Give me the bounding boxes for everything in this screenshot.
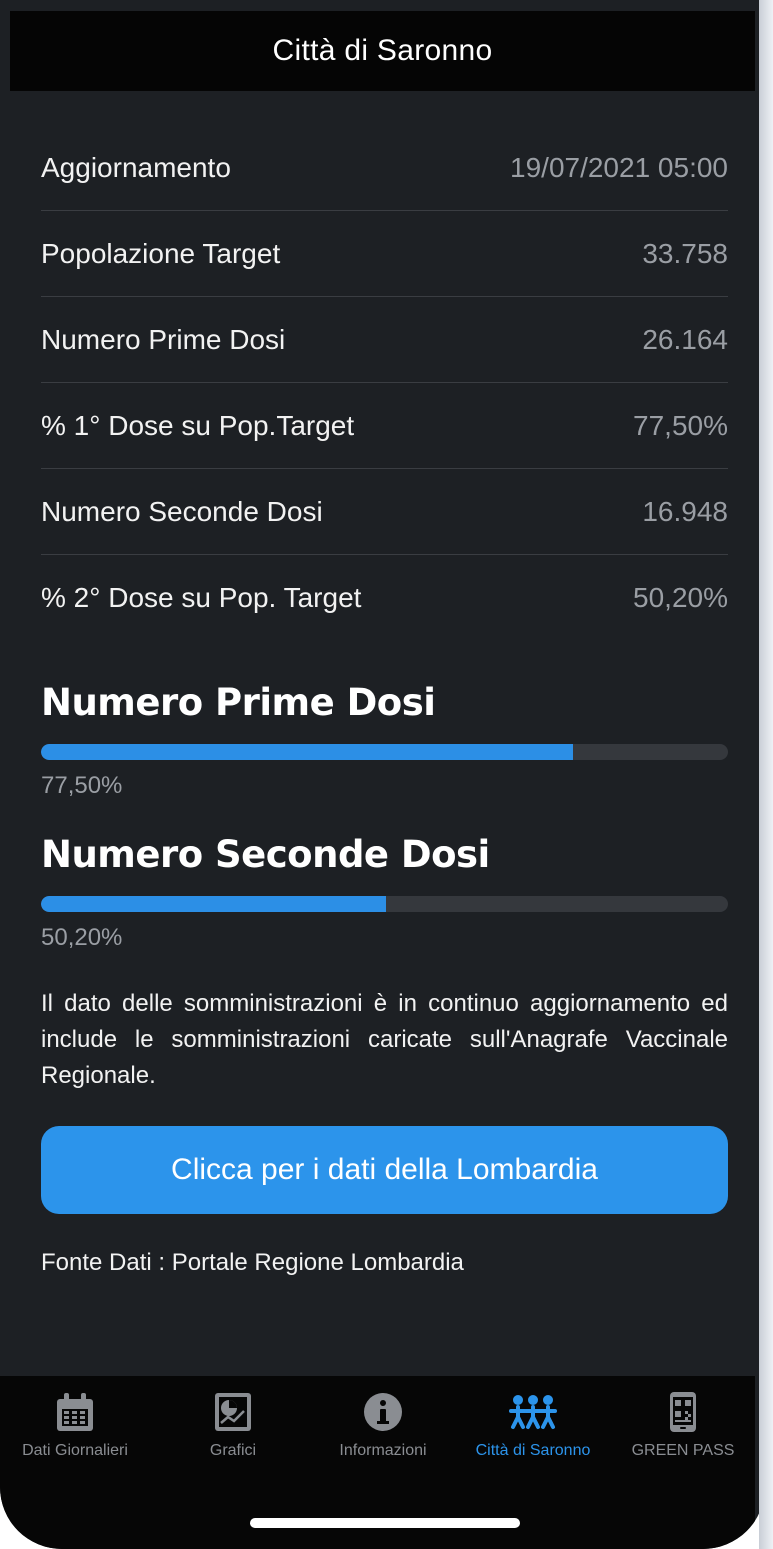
people-icon <box>458 1390 608 1434</box>
stat-label: Popolazione Target <box>41 237 281 269</box>
tab-label: GREEN PASS <box>631 1442 735 1459</box>
header-bar: Città di Saronno <box>10 11 755 91</box>
info-icon <box>308 1390 458 1434</box>
stat-value: 19/07/2021 05:00 <box>510 151 728 183</box>
stat-value: 26.164 <box>642 323 728 355</box>
progress-seconde-dosi: Numero Seconde Dosi 50,20% <box>41 833 728 952</box>
tab-label: Città di Saronno <box>475 1442 591 1459</box>
tab-dati-giornalieri[interactable]: Dati Giornalieri <box>0 1390 150 1460</box>
stat-row-pct-prima-dose: % 1° Dose su Pop.Target 77,50% <box>41 383 728 469</box>
tab-label: Informazioni <box>339 1442 427 1459</box>
stat-row-seconde-dosi: Numero Seconde Dosi 16.948 <box>41 469 728 555</box>
device-edge <box>759 0 773 1549</box>
stat-value: 77,50% <box>633 409 728 441</box>
page-title: Città di Saronno <box>272 34 493 67</box>
stat-row-popolazione-target: Popolazione Target 33.758 <box>41 211 728 297</box>
stat-label: Aggiornamento <box>41 151 231 183</box>
qr-phone-icon <box>608 1390 758 1434</box>
progress-title: Numero Prime Dosi <box>41 681 436 724</box>
stat-value: 33.758 <box>642 237 728 269</box>
calendar-icon <box>0 1390 150 1434</box>
stat-row-prime-dosi: Numero Prime Dosi 26.164 <box>41 297 728 383</box>
progress-bar <box>41 744 728 760</box>
stats-list: Aggiornamento 19/07/2021 05:00 Popolazio… <box>41 125 728 640</box>
home-indicator[interactable] <box>250 1518 520 1528</box>
tab-informazioni[interactable]: Informazioni <box>308 1390 458 1460</box>
main-content: Aggiornamento 19/07/2021 05:00 Popolazio… <box>10 91 755 1376</box>
tab-green-pass[interactable]: GREEN PASS <box>608 1390 758 1460</box>
tab-grafici[interactable]: Grafici <box>158 1390 308 1460</box>
progress-fill <box>41 744 574 760</box>
progress-fill <box>41 896 386 912</box>
stat-label: Numero Seconde Dosi <box>41 495 323 527</box>
progress-prime-dosi: Numero Prime Dosi 77,50% <box>41 681 728 800</box>
data-source-text: Fonte Dati : Portale Regione Lombardia <box>41 1249 464 1276</box>
progress-bar <box>41 896 728 912</box>
stat-row-aggiornamento: Aggiornamento 19/07/2021 05:00 <box>41 125 728 211</box>
stat-label: Numero Prime Dosi <box>41 323 286 355</box>
tab-citta-di-saronno[interactable]: Città di Saronno <box>458 1390 608 1460</box>
tab-label: Dati Giornalieri <box>22 1442 128 1459</box>
lombardia-data-button[interactable]: Clicca per i dati della Lombardia <box>41 1126 728 1214</box>
progress-percent: 77,50% <box>41 772 123 799</box>
stat-label: % 1° Dose su Pop.Target <box>41 409 355 441</box>
stat-value: 50,20% <box>633 581 728 613</box>
stat-value: 16.948 <box>642 495 728 527</box>
progress-percent: 50,20% <box>41 924 123 951</box>
progress-title: Numero Seconde Dosi <box>41 833 490 876</box>
stat-label: % 2° Dose su Pop. Target <box>41 581 362 613</box>
tab-label: Grafici <box>209 1442 257 1459</box>
chart-icon <box>158 1390 308 1434</box>
stat-row-pct-seconda-dose: % 2° Dose su Pop. Target 50,20% <box>41 555 728 640</box>
info-note: Il dato delle somministrazioni è in cont… <box>41 990 728 1089</box>
phone-frame: Città di Saronno Aggiornamento 19/07/202… <box>0 0 765 1549</box>
